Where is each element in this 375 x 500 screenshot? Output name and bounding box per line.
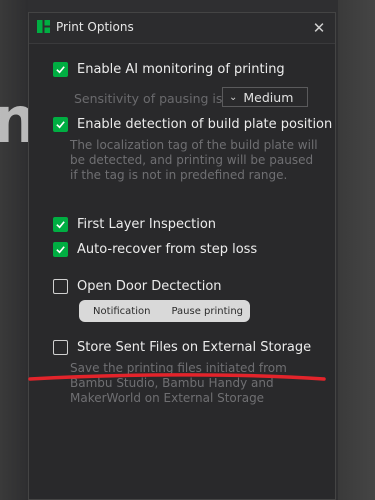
build-plate-description: The localization tag of the build plate … — [70, 138, 318, 182]
option-auto-recover[interactable]: Auto-recover from step loss — [53, 242, 257, 257]
checkbox-ai-monitoring[interactable] — [53, 62, 68, 77]
print-options-dialog: Print Options ✕ Enable AI monitoring of … — [28, 12, 336, 500]
option-external-storage[interactable]: Store Sent Files on External Storage — [53, 340, 311, 355]
dialog-title: Print Options — [56, 20, 134, 34]
checkbox-first-layer-inspection[interactable] — [53, 217, 68, 232]
option-label: Auto-recover from step loss — [77, 242, 258, 257]
sensitivity-label: Sensitivity of pausing is — [74, 91, 223, 106]
option-first-layer-inspection[interactable]: First Layer Inspection — [53, 217, 216, 232]
checkbox-auto-recover[interactable] — [53, 242, 68, 257]
option-door-detection[interactable]: Open Door Dectection — [53, 279, 222, 294]
option-label: Enable detection of build plate position — [77, 117, 333, 132]
option-label: Open Door Dectection — [77, 279, 222, 294]
segment-notification[interactable]: Notification — [79, 306, 165, 317]
option-build-plate-detection[interactable]: Enable detection of build plate position — [53, 117, 332, 132]
background-window-right — [338, 0, 375, 500]
checkbox-external-storage[interactable] — [53, 340, 68, 355]
external-storage-description: Save the printing files initiated from B… — [70, 361, 287, 405]
door-detection-segmented-control[interactable]: Notification Pause printing — [79, 300, 250, 322]
check-icon — [56, 246, 65, 254]
sensitivity-select[interactable]: ⌄ Medium — [222, 87, 308, 107]
check-icon — [56, 66, 65, 74]
dialog-titlebar: Print Options ✕ — [29, 13, 335, 44]
option-label: Enable AI monitoring of printing — [77, 62, 285, 77]
check-icon — [56, 121, 65, 129]
check-icon — [56, 221, 65, 229]
segment-pause-printing[interactable]: Pause printing — [165, 306, 251, 317]
close-icon[interactable]: ✕ — [309, 18, 329, 38]
option-label: Store Sent Files on External Storage — [77, 340, 312, 355]
sensitivity-value: Medium — [243, 89, 294, 105]
option-label: First Layer Inspection — [77, 217, 217, 232]
checkbox-door-detection[interactable] — [53, 279, 68, 294]
chevron-down-icon: ⌄ — [229, 91, 238, 103]
background-window-left — [0, 0, 28, 500]
bambu-logo-icon — [37, 20, 50, 33]
checkbox-build-plate-detection[interactable] — [53, 117, 68, 132]
option-ai-monitoring[interactable]: Enable AI monitoring of printing — [53, 62, 285, 77]
